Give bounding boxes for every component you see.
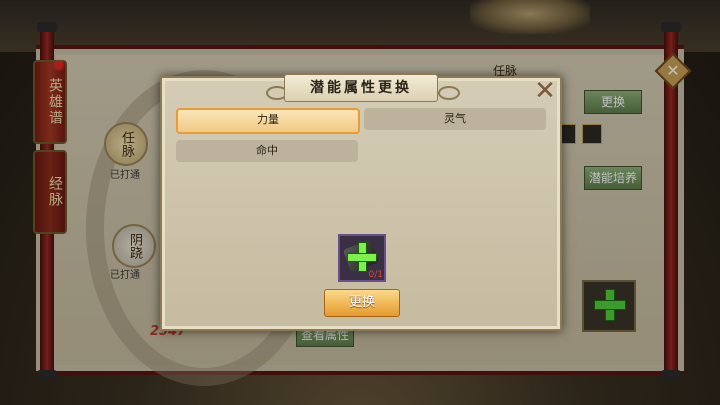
option-strength[interactable]: 力量 — [176, 108, 360, 134]
item-slot[interactable]: 0/1 — [338, 234, 386, 282]
option-accuracy[interactable]: 命中 — [176, 140, 358, 162]
item-count: 0/1 — [368, 270, 383, 280]
title-flourish-right — [438, 86, 460, 100]
attribute-change-modal: 潜能属性更换 ✕ 力量 灵气 命中 0/1 更换 — [160, 74, 562, 331]
confirm-replace-button[interactable]: 更换 — [324, 289, 400, 317]
modal-close-button[interactable]: ✕ — [534, 78, 556, 104]
close-icon: ✕ — [534, 76, 556, 106]
modal-title: 潜能属性更换 — [284, 74, 438, 102]
option-spirit[interactable]: 灵气 — [364, 108, 546, 130]
